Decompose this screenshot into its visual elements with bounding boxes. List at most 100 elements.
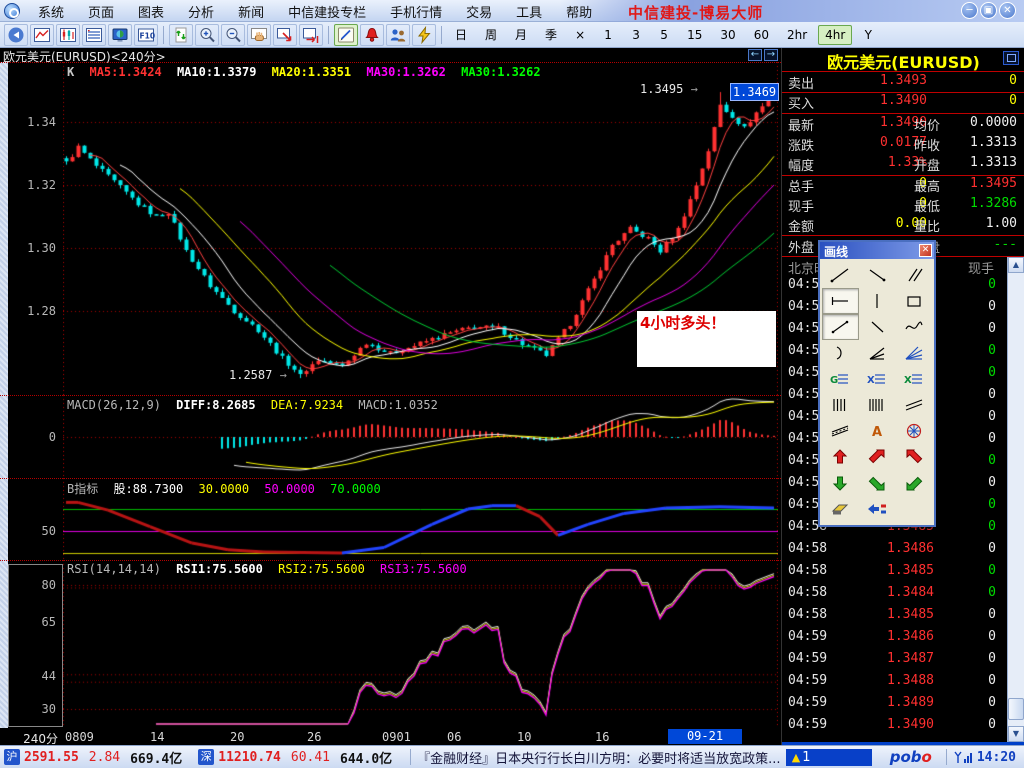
period-1[interactable]: 1 bbox=[596, 25, 620, 45]
tool-arrow-sw-icon[interactable] bbox=[895, 470, 932, 496]
news-ticker[interactable]: 『金融财经』日本央行行长白川方明：必要时将适当放宽政策... bbox=[417, 748, 786, 767]
tick-row[interactable]: 04:581.34860 bbox=[782, 541, 1008, 563]
b-indicator-legend: B指标 股:88.7300 30.0000 50.0000 70.0000 bbox=[67, 480, 389, 497]
period-日[interactable]: 日 bbox=[448, 25, 474, 45]
tool-arrow-nw-icon[interactable] bbox=[895, 444, 932, 470]
period-×[interactable]: × bbox=[568, 25, 592, 45]
draw-line-icon[interactable] bbox=[334, 24, 358, 46]
panel-restore-icon[interactable] bbox=[1003, 51, 1019, 65]
period-月[interactable]: 月 bbox=[508, 25, 534, 45]
tool-arrow-down-icon[interactable] bbox=[822, 470, 859, 496]
tool-channel-icon[interactable] bbox=[895, 392, 932, 418]
info-monitor-icon[interactable] bbox=[108, 24, 132, 46]
period-15[interactable]: 15 bbox=[680, 25, 709, 45]
tool-parallel-lines-icon[interactable] bbox=[895, 262, 932, 288]
menu-帮助[interactable]: 帮助 bbox=[554, 0, 604, 23]
chart-annotation[interactable]: 4小时多头！ bbox=[637, 311, 776, 367]
menu-图表[interactable]: 图表 bbox=[126, 0, 176, 23]
tick-row[interactable]: 04:591.34870 bbox=[782, 651, 1008, 673]
tick-row[interactable]: 04:581.34840 bbox=[782, 585, 1008, 607]
kline-chart-icon[interactable] bbox=[56, 24, 80, 46]
period-3[interactable]: 3 bbox=[624, 25, 648, 45]
f10-icon[interactable]: F10 bbox=[134, 24, 158, 46]
period-4hr[interactable]: 4hr bbox=[818, 25, 852, 45]
tool-ray-line-icon[interactable] bbox=[859, 262, 896, 288]
tool-short-line-icon[interactable] bbox=[859, 314, 896, 340]
k-label: K bbox=[67, 65, 74, 79]
tool-text-tool-icon[interactable]: A bbox=[859, 418, 896, 444]
scroll-thumb[interactable] bbox=[1008, 698, 1024, 720]
minimize-button[interactable]: ─ bbox=[961, 2, 978, 19]
back-icon[interactable] bbox=[4, 24, 28, 46]
tool-angle-lines-icon[interactable] bbox=[859, 340, 896, 366]
tool-percent-lines-2-icon[interactable]: X bbox=[895, 366, 932, 392]
shenzhen-badge: 深 bbox=[198, 749, 214, 765]
menu-交易[interactable]: 交易 bbox=[454, 0, 504, 23]
quote-table-icon[interactable] bbox=[82, 24, 106, 46]
tool-cycle-circle-icon[interactable] bbox=[895, 418, 932, 444]
period-周[interactable]: 周 bbox=[478, 25, 504, 45]
refresh-icon[interactable] bbox=[169, 24, 193, 46]
tool-percent-lines-icon[interactable]: X bbox=[859, 366, 896, 392]
tool-vertical-line-icon[interactable] bbox=[859, 288, 896, 314]
tool-eraser-icon[interactable] bbox=[822, 496, 859, 522]
tick-row[interactable]: 04:581.34850 bbox=[782, 563, 1008, 585]
menu-手机行情[interactable]: 手机行情 bbox=[378, 0, 454, 23]
tool-vertical-grid-icon[interactable] bbox=[822, 392, 859, 418]
palette-title-bar[interactable]: 画线 ✕ bbox=[820, 242, 934, 259]
menu-分析[interactable]: 分析 bbox=[176, 0, 226, 23]
next-page-icon[interactable]: → bbox=[764, 49, 778, 61]
period-30[interactable]: 30 bbox=[713, 25, 742, 45]
scroll-up-icon[interactable]: ▲ bbox=[1008, 257, 1024, 273]
period-5[interactable]: 5 bbox=[652, 25, 676, 45]
last-price-badge: 1.3469 bbox=[730, 83, 779, 101]
tick-row[interactable]: 04:591.34900 bbox=[782, 717, 1008, 739]
period-2hr[interactable]: 2hr bbox=[780, 25, 814, 45]
users-icon[interactable] bbox=[386, 24, 410, 46]
menu-系统[interactable]: 系统 bbox=[26, 0, 76, 23]
tool-regression-channel-icon[interactable] bbox=[822, 418, 859, 444]
period-季[interactable]: 季 bbox=[538, 25, 564, 45]
macd-axis-zero: 0 bbox=[12, 430, 56, 444]
rsi-pane[interactable] bbox=[63, 560, 778, 728]
window-next-icon[interactable] bbox=[273, 24, 297, 46]
tool-arc-icon[interactable] bbox=[822, 340, 859, 366]
tick-row[interactable]: 04:591.34880 bbox=[782, 673, 1008, 695]
prev-page-icon[interactable]: ← bbox=[748, 49, 762, 61]
palette-close-icon[interactable]: ✕ bbox=[919, 244, 932, 257]
tick-row[interactable]: 04:581.34850 bbox=[782, 607, 1008, 629]
tool-arrow-ne-icon[interactable] bbox=[859, 444, 896, 470]
period-Y[interactable]: Y bbox=[856, 25, 880, 45]
zoom-out-icon[interactable] bbox=[221, 24, 245, 46]
quick-trade-icon[interactable] bbox=[412, 24, 436, 46]
tool-wave-line-icon[interactable] bbox=[895, 314, 932, 340]
quote-title: 欧元美元(EURUSD) bbox=[782, 49, 1024, 73]
restore-button[interactable]: ▣ bbox=[980, 2, 997, 19]
alert-indicator[interactable]: ▲ 1 bbox=[786, 749, 872, 766]
tool-arrow-se-icon[interactable] bbox=[859, 470, 896, 496]
line-chart-icon[interactable] bbox=[30, 24, 54, 46]
close-button[interactable]: ✕ bbox=[999, 2, 1016, 19]
window-jump-icon[interactable] bbox=[299, 24, 323, 46]
tick-row[interactable]: 04:591.34860 bbox=[782, 629, 1008, 651]
pan-hand-icon[interactable] bbox=[247, 24, 271, 46]
tool-golden-section-icon[interactable]: G bbox=[822, 366, 859, 392]
tool-vertical-grid-2-icon[interactable] bbox=[859, 392, 896, 418]
menu-新闻[interactable]: 新闻 bbox=[226, 0, 276, 23]
tool-fan-lines-icon[interactable] bbox=[895, 340, 932, 366]
period-60[interactable]: 60 bbox=[747, 25, 776, 45]
tick-row[interactable]: 04:591.34890 bbox=[782, 695, 1008, 717]
tool-arrow-up-icon[interactable] bbox=[822, 444, 859, 470]
alarm-bell-icon[interactable] bbox=[360, 24, 384, 46]
tick-scrollbar[interactable]: ▲ ▼ bbox=[1007, 257, 1024, 744]
menu-页面[interactable]: 页面 bbox=[76, 0, 126, 23]
menu-中信建投专栏[interactable]: 中信建投专栏 bbox=[276, 0, 378, 23]
tool-move-tool-icon[interactable] bbox=[859, 496, 896, 522]
zoom-in-icon[interactable] bbox=[195, 24, 219, 46]
tool-rectangle-icon[interactable] bbox=[895, 288, 932, 314]
menu-工具[interactable]: 工具 bbox=[504, 0, 554, 23]
scroll-down-icon[interactable]: ▼ bbox=[1008, 726, 1024, 742]
tool-segment-line-icon[interactable] bbox=[822, 314, 859, 340]
tool-trend-line-icon[interactable] bbox=[822, 262, 859, 288]
tool-horizontal-line-icon[interactable] bbox=[822, 288, 859, 314]
